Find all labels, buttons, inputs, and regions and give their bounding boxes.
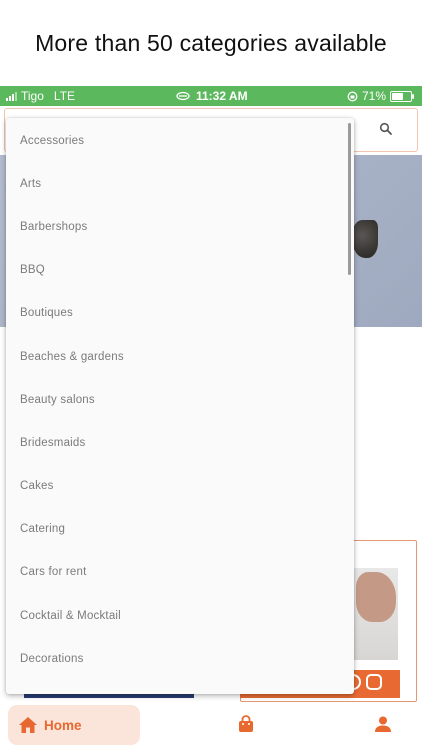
nav-home-button[interactable]: Home: [8, 705, 140, 745]
search-icon[interactable]: [378, 121, 394, 137]
category-option[interactable]: Beaches & gardens: [6, 335, 354, 378]
battery-percent: 71%: [361, 89, 386, 103]
category-option[interactable]: Cakes: [6, 465, 354, 508]
category-option[interactable]: Bridesmaids: [6, 421, 354, 464]
category-option[interactable]: Beauty salons: [6, 378, 354, 421]
category-list: Accessories Arts Barbershops BBQ Boutiques Be…: [6, 118, 354, 680]
hero-object: [352, 220, 378, 258]
promo-caption: More than 50 categories available: [35, 29, 387, 56]
category-option[interactable]: Cars for rent: [6, 551, 354, 594]
category-option[interactable]: BBQ: [6, 249, 354, 292]
network-label: LTE: [53, 89, 76, 103]
category-dropdown[interactable]: Accessories Arts Barbershops BBQ Boutiques Be…: [6, 118, 354, 694]
rotation-lock-icon: [347, 91, 358, 101]
nav-home-label: Home: [44, 717, 82, 733]
category-option[interactable]: Arts: [6, 162, 354, 205]
person-icon[interactable]: [374, 715, 392, 733]
category-option[interactable]: Accessories: [6, 119, 354, 162]
shopping-bag-icon[interactable]: [237, 715, 255, 733]
clock: 11:32 AM: [196, 89, 248, 103]
vendor-card-photo-subject: [356, 572, 396, 622]
category-option[interactable]: Decorations: [6, 637, 354, 680]
category-option[interactable]: Cocktail & Mocktail: [6, 594, 354, 637]
category-option[interactable]: Catering: [6, 508, 354, 551]
battery-icon: [390, 90, 414, 102]
signal-icon: [6, 91, 17, 101]
status-bar: Tigo LTE 11:32 AM 71%: [0, 86, 422, 106]
category-option[interactable]: Boutiques: [6, 292, 354, 335]
instagram-icon[interactable]: [366, 674, 382, 690]
carrier-label: Tigo: [21, 89, 44, 103]
link-icon: [176, 91, 190, 101]
category-option[interactable]: Barbershops: [6, 205, 354, 248]
home-icon: [19, 717, 37, 733]
dropdown-scrollbar[interactable]: [348, 123, 351, 275]
